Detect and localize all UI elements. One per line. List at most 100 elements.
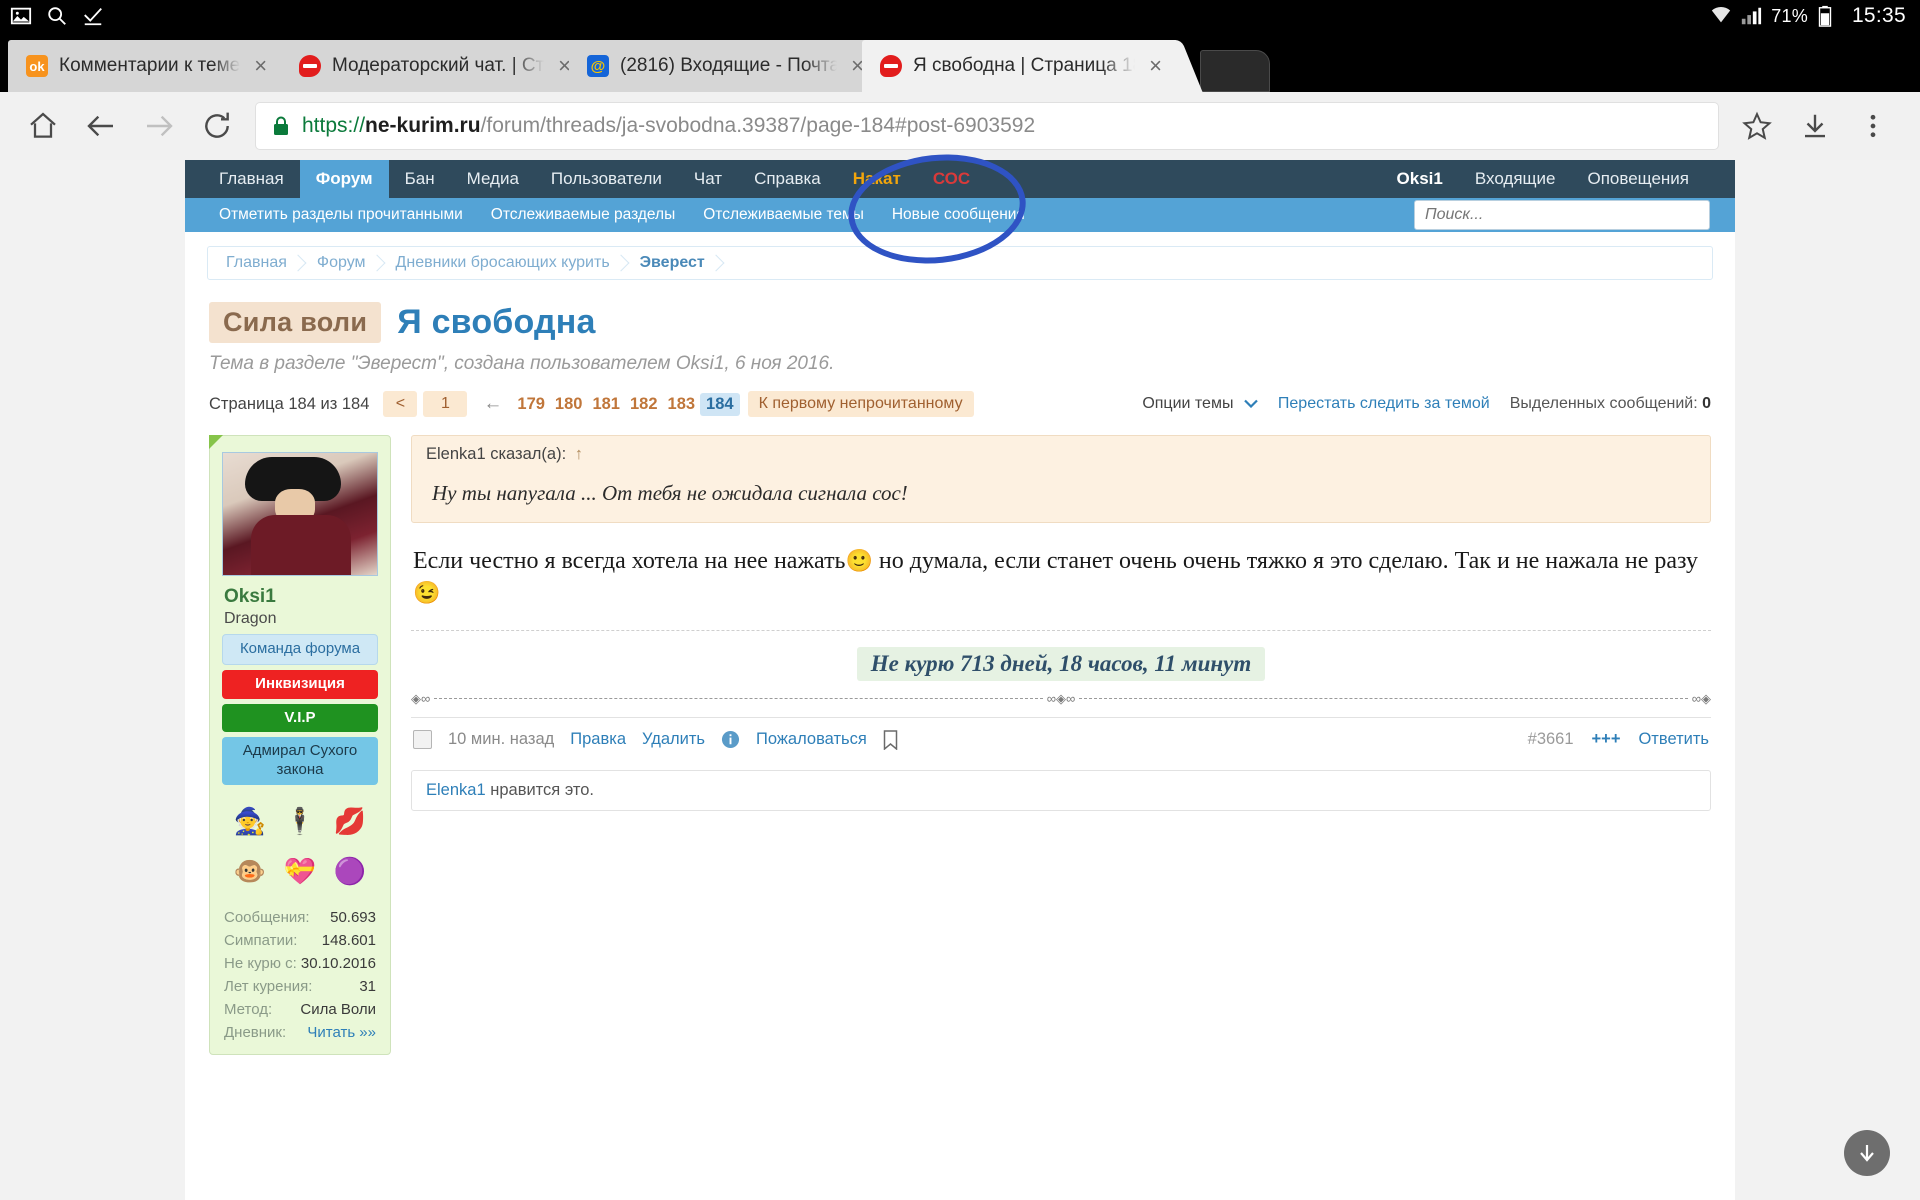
page-title: Я свободна <box>397 303 596 341</box>
quote-author[interactable]: Elenka1 сказал(а): <box>426 445 566 463</box>
breadcrumb-item-forum[interactable]: Форум <box>303 247 382 279</box>
mailru-icon: @ <box>587 55 609 77</box>
subnav-mark-read[interactable]: Отметить разделы прочитанными <box>205 206 477 224</box>
like-user-link[interactable]: Elenka1 <box>426 781 486 799</box>
browser-tab[interactable]: ok Комментарии к теме × <box>8 40 293 92</box>
stat-row: Метод: Сила Воли <box>222 998 378 1021</box>
author-trophies: 🧙 🕴 💋 🐵 💝 🟣 <box>220 790 380 900</box>
url-path: /forum/threads/ja-svobodna.39387/page-18… <box>480 114 1036 137</box>
page-number-179[interactable]: 179 <box>512 395 550 414</box>
page-number-182[interactable]: 182 <box>625 395 663 414</box>
thread-options-button[interactable]: Опции темы <box>1142 395 1258 413</box>
nav-item-ban[interactable]: Бан <box>389 160 451 198</box>
multiquote-button[interactable]: +++ <box>1592 730 1621 749</box>
back-arrow-icon[interactable] <box>72 97 130 155</box>
stat-key: Лет курения: <box>224 977 313 995</box>
reply-button[interactable]: Ответить <box>1638 730 1709 749</box>
url-address-bar[interactable]: https://ne-kurim.ru/forum/threads/ja-svo… <box>256 103 1718 149</box>
web-page-viewport: Главная Форум Бан Медиа Пользователи Чат… <box>0 160 1920 1200</box>
star-icon[interactable] <box>1728 97 1786 155</box>
breadcrumb-item-home[interactable]: Главная <box>212 247 303 279</box>
first-unread-button[interactable]: К первому непрочитанному <box>747 391 974 417</box>
nav-item-chat[interactable]: Чат <box>678 160 738 198</box>
browser-tab-strip: ok Комментарии к теме × Модераторский ча… <box>0 32 1920 92</box>
selected-messages-label: Выделенных сообщений: <box>1509 395 1698 412</box>
home-icon[interactable] <box>14 97 72 155</box>
subnav-new-posts[interactable]: Новые сообщения <box>878 206 1039 224</box>
signal-icon <box>1740 5 1762 27</box>
quote-jump-arrow-icon[interactable]: ↑ <box>575 445 583 463</box>
post-message-column: Elenka1 сказал(а): ↑ Ну ты напугала ... … <box>411 435 1711 811</box>
edit-post-button[interactable]: Правка <box>570 730 626 749</box>
nav-item-help[interactable]: Справка <box>738 160 837 198</box>
breadcrumb-item-current[interactable]: Эверест <box>626 247 721 279</box>
nav-item-users[interactable]: Пользователи <box>535 160 678 198</box>
nav-item-media[interactable]: Медиа <box>451 160 535 198</box>
post-text: Если честно я всегда хотела на нее нажат… <box>411 527 1711 616</box>
thread-pagination: Страница 184 из 184 < 1 ← 179 180 181 18… <box>185 375 1735 417</box>
badge-team: Команда форума <box>222 634 378 665</box>
tab-title: (2816) Входящие - Почта Ma <box>620 55 838 76</box>
nav-item-forum[interactable]: Форум <box>299 160 389 198</box>
post-author-card: Oksi1 Dragon Команда форума Инквизиция V… <box>209 435 391 1055</box>
quote-block: Elenka1 сказал(а): ↑ Ну ты напугала ... … <box>411 435 1711 523</box>
overflow-menu-icon[interactable] <box>1844 97 1902 155</box>
tab-close-icon[interactable]: × <box>254 55 267 77</box>
stat-key: Дневник: <box>224 1023 287 1041</box>
download-complete-icon <box>82 5 104 27</box>
stat-value: 30.10.2016 <box>300 954 376 972</box>
subnav-watched-forums[interactable]: Отслеживаемые разделы <box>477 206 689 224</box>
browser-tab[interactable]: @ (2816) Входящие - Почта Ma × <box>569 40 874 92</box>
forum-sub-nav: Отметить разделы прочитанными Отслеживае… <box>185 198 1735 232</box>
lock-icon <box>272 116 290 136</box>
tab-title: Я свободна | Страница 184 <box>913 55 1136 76</box>
delete-post-button[interactable]: Удалить <box>642 730 705 749</box>
post-number[interactable]: #3661 <box>1528 730 1574 749</box>
url-host: ne-kurim.ru <box>365 114 481 137</box>
post-select-checkbox[interactable] <box>413 730 432 750</box>
nav-item-alerts[interactable]: Оповещения <box>1571 160 1705 198</box>
reload-icon[interactable] <box>188 97 246 155</box>
signature-text: Не курю 713 дней, 18 часов, 11 минут <box>856 646 1266 681</box>
stat-row: Сообщения: 50.693 <box>222 906 378 929</box>
scroll-down-icon[interactable] <box>1844 1130 1890 1176</box>
badge-vip: V.I.P <box>222 703 378 733</box>
badge-admiral: Адмирал Сухого закона <box>222 737 378 785</box>
breadcrumb-item-section[interactable]: Дневники бросающих курить <box>382 247 626 279</box>
info-icon[interactable] <box>721 730 740 749</box>
stat-key: Метод: <box>224 1000 273 1018</box>
tab-close-icon[interactable]: × <box>1149 55 1162 77</box>
new-tab-button[interactable] <box>1200 50 1270 92</box>
nav-item-nakat[interactable]: Накат <box>837 160 917 198</box>
nav-item-inbox[interactable]: Входящие <box>1459 160 1572 198</box>
page-number-184-current[interactable]: 184 <box>700 392 740 416</box>
subnav-watched-threads[interactable]: Отслеживаемые темы <box>689 206 878 224</box>
thread-prefix-badge: Сила воли <box>209 302 382 343</box>
avatar[interactable] <box>222 452 378 576</box>
nav-item-account[interactable]: Oksi1 <box>1381 160 1459 198</box>
browser-tab-active[interactable]: Я свободна | Страница 184 × <box>862 40 1172 92</box>
diary-link[interactable]: Читать »» <box>307 1024 376 1041</box>
post-likes-bar: Elenka1 нравится это. <box>411 769 1711 811</box>
author-user-title: Dragon <box>224 610 277 627</box>
page-number-181[interactable]: 181 <box>587 395 625 414</box>
page-prev-button[interactable]: < <box>383 391 418 417</box>
thread-title-row: Сила воли Я свободна <box>185 280 1735 343</box>
nav-item-home[interactable]: Главная <box>203 160 300 198</box>
search-input[interactable] <box>1414 200 1710 230</box>
page-number-183[interactable]: 183 <box>663 395 701 414</box>
tab-title: Комментарии к теме <box>59 55 241 76</box>
page-number-180[interactable]: 180 <box>550 395 588 414</box>
report-post-button[interactable]: Пожаловаться <box>756 730 867 749</box>
stat-row: Дневник: Читать »» <box>222 1021 378 1044</box>
author-username[interactable]: Oksi1 <box>224 586 380 608</box>
like-text: нравится это. <box>490 780 595 799</box>
bookmark-icon[interactable] <box>883 730 898 750</box>
browser-tab[interactable]: Модераторский чат. | Стра × <box>281 40 581 92</box>
page-first-button[interactable]: 1 <box>423 391 468 417</box>
unwatch-thread-link[interactable]: Перестать следить за темой <box>1278 395 1490 413</box>
page-back-arrow-icon[interactable]: ← <box>473 393 512 415</box>
download-icon[interactable] <box>1786 97 1844 155</box>
search-icon <box>46 5 68 27</box>
nav-item-sos[interactable]: СОС <box>917 160 986 198</box>
